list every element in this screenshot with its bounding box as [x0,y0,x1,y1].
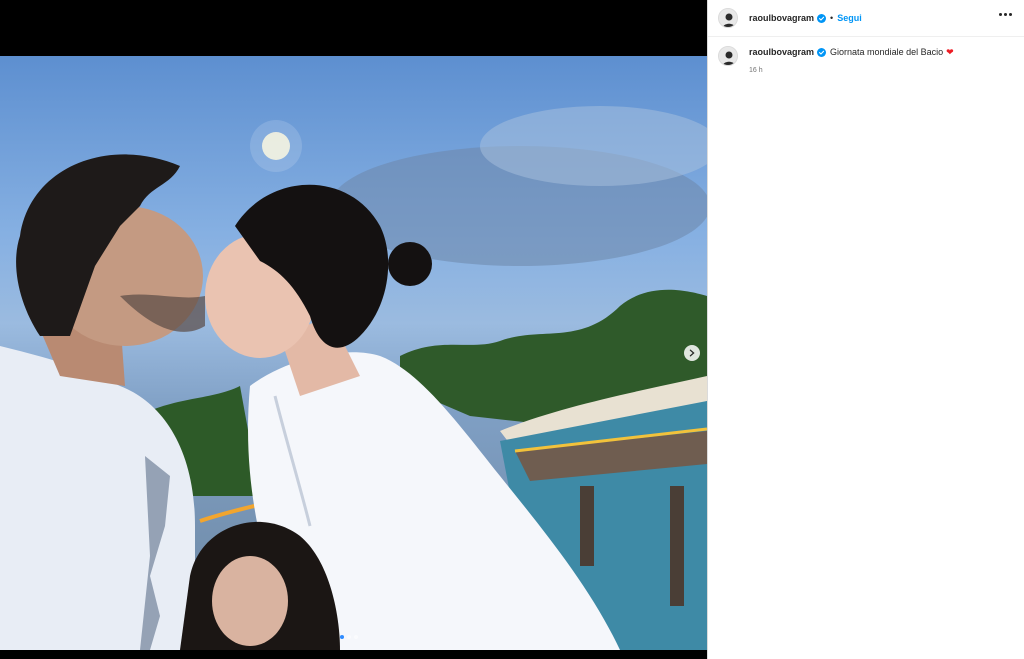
verified-badge-icon [817,47,827,57]
profile-picture [719,47,737,65]
caption-text: Giornata mondiale del Bacio [830,47,944,57]
post-side-panel: raoulbovagram • Segui raoulbovagram Gior… [707,0,1024,659]
avatar[interactable] [718,8,738,28]
caption-row: raoulbovagram Giornata mondiale del Baci… [708,37,1024,74]
carousel-dot [340,635,344,639]
post-timestamp[interactable]: 16 h [749,67,954,74]
verified-badge-icon [817,13,827,23]
post-header: raoulbovagram • Segui [708,0,1024,37]
caption-body: raoulbovagram Giornata mondiale del Baci… [749,46,954,74]
caption-username-link[interactable]: raoulbovagram [749,46,814,58]
follow-button[interactable]: Segui [837,13,862,23]
chevron-right-icon [689,349,695,357]
caption-avatar[interactable] [718,46,738,66]
profile-picture [719,9,737,27]
photo-illustration [0,106,707,650]
carousel-dot [347,635,351,639]
more-options-icon[interactable] [999,13,1012,16]
carousel-dot [354,635,358,639]
username-link[interactable]: raoulbovagram [749,13,814,23]
carousel-next-button[interactable] [684,345,700,361]
separator: • [830,13,834,23]
caption-line: raoulbovagram Giornata mondiale del Baci… [749,46,954,58]
media-panel [0,0,707,659]
carousel-indicator [340,635,358,639]
heart-emoji: ❤ [946,47,954,57]
post-photo[interactable] [0,56,707,650]
